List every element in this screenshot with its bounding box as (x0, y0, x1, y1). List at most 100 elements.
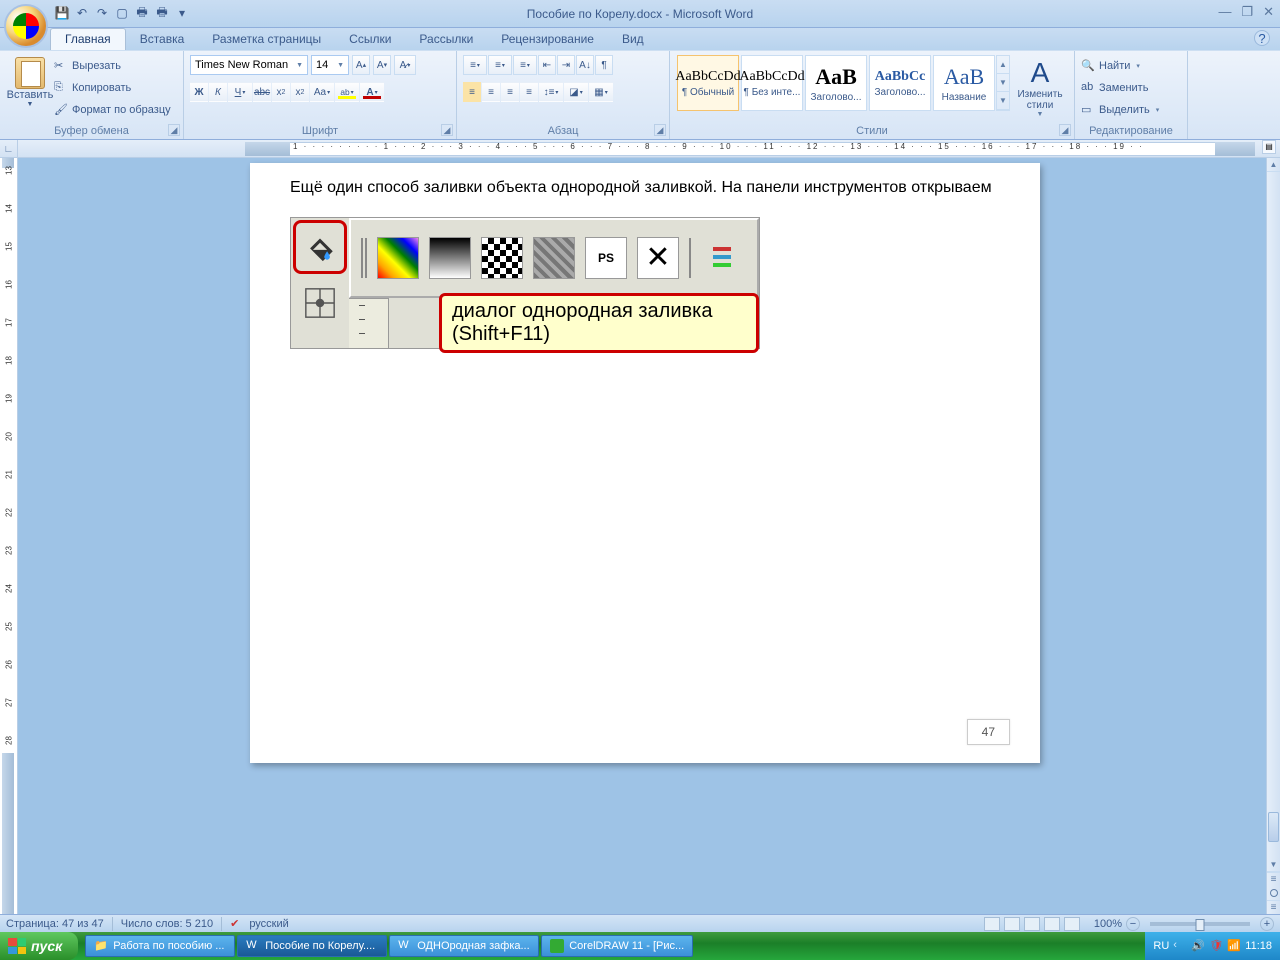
superscript-icon[interactable]: x2 (291, 82, 309, 102)
font-size-dropdown[interactable]: 14▼ (311, 55, 349, 75)
office-button[interactable] (4, 4, 48, 48)
restore-icon[interactable]: ❐ (1241, 4, 1253, 20)
shrink-font-icon[interactable]: A▾ (373, 55, 391, 75)
view-outline-icon[interactable] (1044, 917, 1060, 931)
tray-shield-icon[interactable]: 🛡 (1209, 939, 1223, 953)
style-normal[interactable]: AaBbCcDd ¶ Обычный (677, 55, 739, 111)
view-web-icon[interactable] (1024, 917, 1040, 931)
align-center-icon[interactable]: ≡ (482, 82, 500, 102)
styles-down-icon[interactable]: ▼ (997, 74, 1009, 92)
tab-mailings[interactable]: Рассылки (405, 29, 487, 50)
clipboard-launcher-icon[interactable]: ◢ (168, 124, 180, 136)
style-no-spacing[interactable]: AaBbCcDd ¶ Без инте... (741, 55, 803, 111)
tab-references[interactable]: Ссылки (335, 29, 405, 50)
view-full-screen-icon[interactable] (1004, 917, 1020, 931)
document-page[interactable]: Ещё один способ заливки объекта однородн… (250, 163, 1040, 763)
minimize-icon[interactable]: — (1218, 4, 1231, 20)
bullets-icon[interactable]: ≡▾ (463, 55, 487, 75)
quick-print-icon[interactable]: 🖶 (134, 5, 150, 21)
taskbar-item-folder[interactable]: 📁 Работа по пособию ... (85, 935, 235, 957)
style-title[interactable]: AaB Название (933, 55, 995, 111)
change-case-icon[interactable]: Aa▾ (310, 82, 334, 102)
align-right-icon[interactable]: ≡ (501, 82, 519, 102)
style-heading2[interactable]: AaBbCc Заголово... (869, 55, 931, 111)
scroll-down-icon[interactable]: ▼ (1267, 858, 1280, 872)
font-name-dropdown[interactable]: Times New Roman▼ (190, 55, 308, 75)
view-draft-icon[interactable] (1064, 917, 1080, 931)
tray-arrow-icon[interactable]: ‹ (1173, 939, 1187, 953)
styles-launcher-icon[interactable]: ◢ (1059, 124, 1071, 136)
highlight-icon[interactable]: ab▾ (335, 82, 359, 102)
clear-formatting-icon[interactable]: A̷▾ (394, 55, 416, 75)
qat-more-icon[interactable]: ▾ (174, 5, 190, 21)
tray-sound-icon[interactable]: 🔊 (1191, 939, 1205, 953)
tray-network-icon[interactable]: 📶 (1227, 939, 1241, 953)
sort-icon[interactable]: A↓ (576, 55, 594, 75)
tray-clock[interactable]: 11:18 (1245, 940, 1272, 952)
tab-selector-icon[interactable]: ∟ (0, 140, 18, 158)
taskbar-item-word2[interactable]: W ОДНОродная зафка... (389, 935, 539, 957)
start-button[interactable]: пуск (0, 932, 78, 960)
vertical-ruler[interactable]: 13141516171819202122232425262728 (0, 158, 18, 914)
shading-icon[interactable]: ◪▾ (564, 82, 588, 102)
status-page[interactable]: Страница: 47 из 47 (6, 918, 104, 930)
redo-icon[interactable]: ↷ (94, 5, 110, 21)
show-hide-icon[interactable]: ¶ (595, 55, 613, 75)
grow-font-icon[interactable]: A▴ (352, 55, 370, 75)
status-words[interactable]: Число слов: 5 210 (121, 918, 213, 930)
font-color-icon[interactable]: A▾ (360, 82, 384, 102)
save-icon[interactable]: 💾 (54, 5, 70, 21)
tab-insert[interactable]: Вставка (126, 29, 199, 50)
close-icon[interactable]: ✕ (1263, 4, 1274, 20)
increase-indent-icon[interactable]: ⇥ (557, 55, 575, 75)
next-page-icon[interactable]: ≡ (1267, 900, 1280, 914)
justify-icon[interactable]: ≡ (520, 82, 538, 102)
spellcheck-icon[interactable]: ✔ (230, 917, 239, 930)
select-button[interactable]: ▭Выделить▾ (1081, 100, 1181, 120)
paste-button[interactable]: Вставить ▼ (6, 53, 54, 125)
find-button[interactable]: 🔍Найти▾ (1081, 56, 1181, 76)
scroll-thumb[interactable] (1268, 812, 1279, 842)
taskbar-item-word-active[interactable]: W Пособие по Корелу.... (237, 935, 387, 957)
bold-icon[interactable]: Ж (190, 82, 208, 102)
tab-home[interactable]: Главная (50, 28, 126, 50)
tray-lang[interactable]: RU (1153, 940, 1169, 952)
style-heading1[interactable]: AaB Заголово... (805, 55, 867, 111)
zoom-out-icon[interactable]: − (1126, 917, 1140, 931)
underline-icon[interactable]: Ч▾ (228, 82, 252, 102)
change-styles-button[interactable]: A Изменить стили ▼ (1012, 53, 1068, 125)
tab-view[interactable]: Вид (608, 29, 658, 50)
font-launcher-icon[interactable]: ◢ (441, 124, 453, 136)
decrease-indent-icon[interactable]: ⇤ (538, 55, 556, 75)
view-print-layout-icon[interactable] (984, 917, 1000, 931)
multilevel-icon[interactable]: ≡▾ (513, 55, 537, 75)
tab-page-layout[interactable]: Разметка страницы (198, 29, 335, 50)
new-icon[interactable]: ▢ (114, 5, 130, 21)
numbering-icon[interactable]: ≡▾ (488, 55, 512, 75)
undo-icon[interactable]: ↶ (74, 5, 90, 21)
cut-button[interactable]: ✂Вырезать (54, 56, 171, 76)
vertical-scrollbar[interactable]: ▲ ▼ ≡ ≡ (1266, 158, 1280, 914)
styles-more-icon[interactable]: ▼ (997, 92, 1009, 110)
taskbar-item-corel[interactable]: CorelDRAW 11 - [Рис... (541, 935, 693, 957)
print-preview-icon[interactable]: 🖶 (154, 5, 170, 21)
copy-button[interactable]: ⎘Копировать (54, 78, 171, 98)
prev-page-icon[interactable]: ≡ (1267, 872, 1280, 886)
borders-icon[interactable]: ▦▾ (589, 82, 613, 102)
replace-button[interactable]: abЗаменить (1081, 78, 1181, 98)
line-spacing-icon[interactable]: ↕≡▾ (539, 82, 563, 102)
format-painter-button[interactable]: 🖌Формат по образцу (54, 100, 171, 120)
toggle-ruler-icon[interactable]: ▤ (1262, 140, 1276, 154)
align-left-icon[interactable]: ≡ (463, 82, 481, 102)
styles-up-icon[interactable]: ▲ (997, 56, 1009, 74)
paragraph-launcher-icon[interactable]: ◢ (654, 124, 666, 136)
browse-object-icon[interactable] (1267, 886, 1280, 900)
status-language[interactable]: русский (249, 918, 288, 930)
tab-review[interactable]: Рецензирование (487, 29, 608, 50)
strikethrough-icon[interactable]: abc (253, 82, 271, 102)
zoom-in-icon[interactable]: + (1260, 917, 1274, 931)
scroll-up-icon[interactable]: ▲ (1267, 158, 1280, 172)
subscript-icon[interactable]: x2 (272, 82, 290, 102)
zoom-slider[interactable] (1150, 922, 1250, 926)
help-icon[interactable]: ? (1254, 30, 1270, 46)
